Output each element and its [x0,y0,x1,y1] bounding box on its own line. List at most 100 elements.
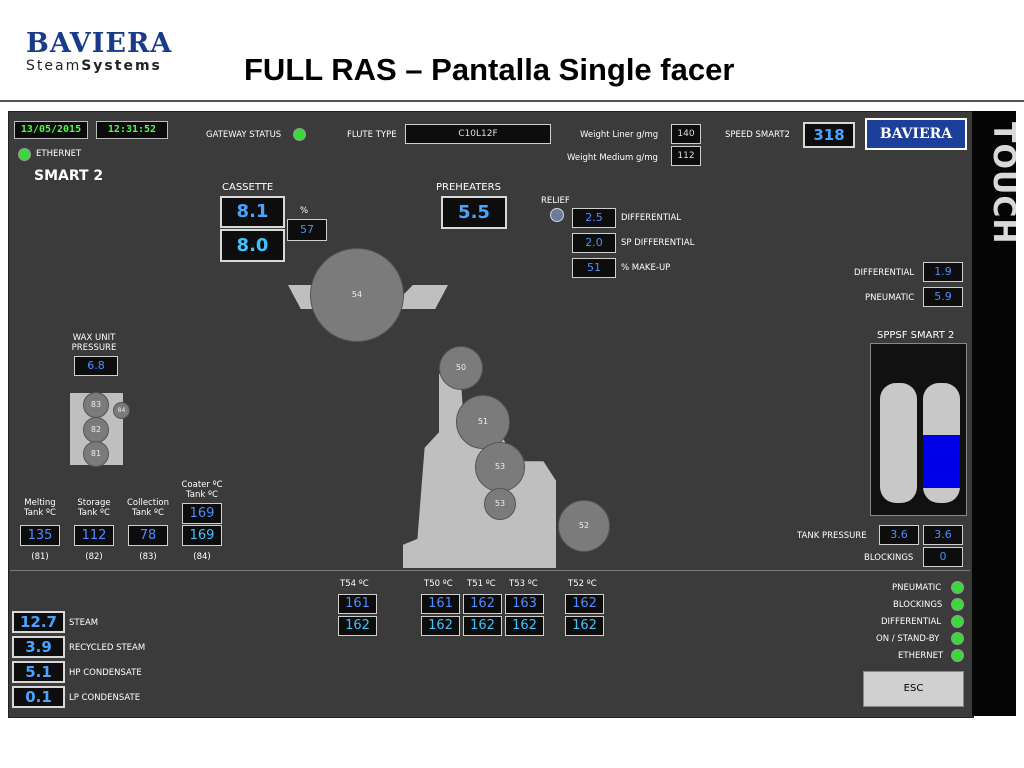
melting-tank-label: Melting Tank ºC [16,498,64,518]
flute-type-value: C10L12F [405,124,551,144]
roll-51: 51 [456,395,510,449]
t52-label: T52 ºC [568,579,597,589]
speed-smart2-label: SPEED SMART2 [725,130,790,140]
t53-label: T53 ºC [509,579,538,589]
steam-label: STEAM [69,618,99,628]
gateway-status-led [293,128,306,141]
t50-label: T50 ºC [424,579,453,589]
status-standby-label: ON / STAND-BY [876,634,940,644]
touch-vertical-label: TOUCH [986,122,1016,244]
storage-tank-label-2: Tank ºC [78,508,110,518]
cassette-value-1: 8.1 [220,196,285,228]
status-pneumatic-led [951,581,964,594]
storage-tank-label: Storage Tank ºC [70,498,118,518]
status-differential-led [951,615,964,628]
weight-liner-label: Weight Liner g/mg [580,130,659,140]
status-pneumatic-label: PNEUMATIC [892,583,942,593]
tank-pressure-value-2: 3.6 [923,525,963,545]
hp-condensate-value: 5.1 [12,661,65,683]
cassette-value-2: 8.0 [220,229,285,262]
melting-tank-value: 135 [20,525,60,546]
recycled-steam-label: RECYCLED STEAM [69,643,146,653]
time-display: 12:31:52 [96,121,168,139]
coater-tank-value-2: 169 [182,525,222,546]
lp-condensate-label: LP CONDENSATE [69,693,141,703]
roll-83: 83 [83,392,109,418]
cassette-percent-value: 57 [287,219,327,241]
right-differential-label: DIFFERENTIAL [854,268,915,278]
status-ethernet-label: ETHERNET [898,651,944,661]
tank-pressure-label: TANK PRESSURE [797,531,867,541]
roll-50: 50 [439,346,483,390]
right-pneumatic-label: PNEUMATIC [865,293,915,303]
preheaters-label: PREHEATERS [436,182,501,193]
sppsf-tank-right [923,383,960,503]
hp-condensate-label: HP CONDENSATE [69,668,142,678]
t50-value-2: 162 [421,616,460,636]
makeup-value: 51 [572,258,616,278]
ethernet-label: ETHERNET [36,149,82,159]
tank-pressure-value-1: 3.6 [879,525,919,545]
melting-tank-label-1: Melting [24,498,56,508]
makeup-label: % MAKE-UP [621,263,671,273]
cassette-percent-label: % [300,206,309,216]
baviera-brand-button[interactable]: BAVIERA [865,118,967,150]
bottom-separator [10,570,970,571]
baviera-logo: BAVIERA [26,28,173,59]
t54-label: T54 ºC [340,579,369,589]
status-blockings-led [951,598,964,611]
weight-medium-value: 112 [671,146,701,166]
coater-tank-label-2: Tank ºC [186,490,218,500]
collection-tank-label-2: Tank ºC [132,508,164,518]
preheaters-value: 5.5 [441,196,507,229]
t54-value-1: 161 [338,594,377,614]
flute-type-label: FLUTE TYPE [347,130,397,140]
wax-unit-pressure-value: 6.8 [74,356,118,376]
wax-unit-label-2: PRESSURE [71,343,117,353]
t51-label: T51 ºC [467,579,496,589]
weight-medium-label: Weight Medium g/mg [567,153,658,163]
sppsf-tank-left [880,383,917,503]
roll-84: 84 [113,402,130,419]
right-pneumatic-value: 5.9 [923,287,963,307]
header-rule [0,100,1024,102]
t51-value-1: 162 [463,594,502,614]
status-standby-led [951,632,964,645]
steam-value: 12.7 [12,611,65,633]
sp-differential-value: 2.0 [572,233,616,253]
blockings-value: 0 [923,547,963,567]
t51-value-2: 162 [463,616,502,636]
coater-tank-value-1: 169 [182,503,222,524]
relief-indicator [550,208,564,222]
weight-liner-value: 140 [671,124,701,144]
sppsf-tank-level [923,435,960,488]
collection-tank-label: Collection Tank ºC [120,498,176,518]
ethernet-status-led [18,148,31,161]
roll-82: 82 [83,417,109,443]
lp-condensate-value: 0.1 [12,686,65,708]
storage-tank-value: 112 [74,525,114,546]
wax-unit-label: WAX UNIT PRESSURE [66,333,122,353]
logo-steam-text: Steam [26,58,82,74]
cassette-label: CASSETTE [222,182,274,193]
status-ethernet-led [951,649,964,662]
roll-52: 52 [558,500,610,552]
storage-tank-label-1: Storage [77,498,111,508]
relief-differential-value: 2.5 [572,208,616,228]
sppsf-title: SPPSF SMART 2 [877,330,955,341]
touch-text: TOUCH [986,122,1016,244]
screen-title: SMART 2 [34,168,104,184]
wax-unit-label-1: WAX UNIT [72,333,116,343]
esc-button[interactable]: ESC [863,671,964,707]
roll-54: 54 [310,248,404,342]
sp-differential-label: SP DIFFERENTIAL [621,238,695,248]
collection-tank-code: (83) [139,552,157,562]
recycled-steam-value: 3.9 [12,636,65,658]
t54-value-2: 162 [338,616,377,636]
relief-differential-label: DIFFERENTIAL [621,213,682,223]
logo-systems-text: Systems [81,58,162,74]
collection-tank-label-1: Collection [126,498,170,508]
right-differential-value: 1.9 [923,262,963,282]
t53-value-1: 163 [505,594,544,614]
roll-53-upper: 53 [475,442,525,492]
